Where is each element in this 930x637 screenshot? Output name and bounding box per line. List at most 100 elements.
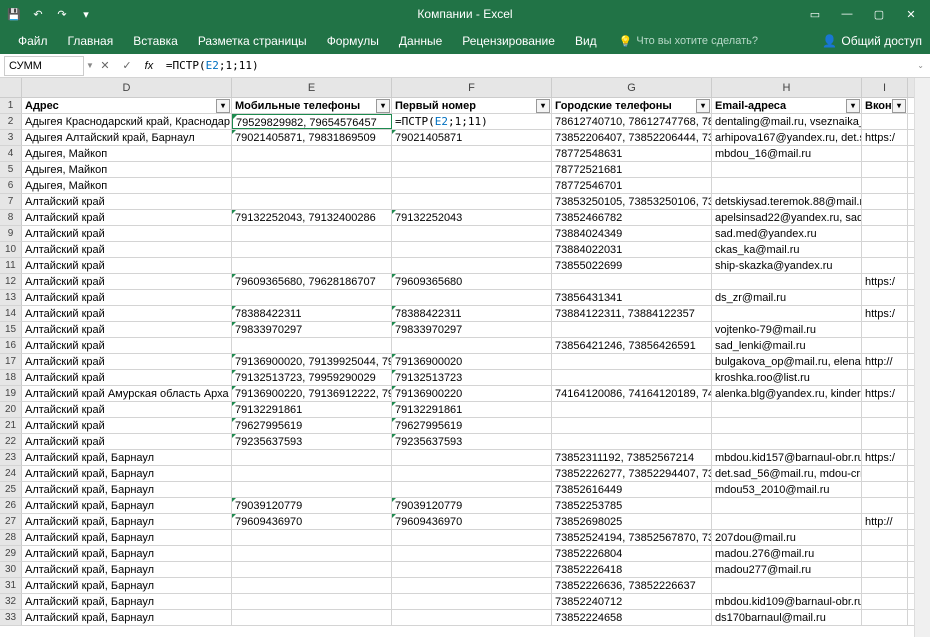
cell-D5[interactable]: Адыгея, Майкоп — [22, 162, 232, 177]
cell-H7[interactable]: detskiysad.teremok.88@mail.ru, dou-d — [712, 194, 862, 209]
maximize-button[interactable]: ▢ — [864, 4, 894, 24]
row-header-29[interactable]: 29 — [0, 546, 22, 561]
cell-I17[interactable]: http:// — [862, 354, 908, 369]
cell-F11[interactable] — [392, 258, 552, 273]
cell-I31[interactable] — [862, 578, 908, 593]
cell-I29[interactable] — [862, 546, 908, 561]
cell-F3[interactable]: 79021405871 — [392, 130, 552, 145]
cell-F10[interactable] — [392, 242, 552, 257]
cell-H12[interactable] — [712, 274, 862, 289]
name-box-dropdown-icon[interactable]: ▼ — [86, 61, 94, 70]
row-header-16[interactable]: 16 — [0, 338, 22, 353]
cell-G4[interactable]: 78772548631 — [552, 146, 712, 161]
cell-I18[interactable] — [862, 370, 908, 385]
cell-E4[interactable] — [232, 146, 392, 161]
cell-D17[interactable]: Алтайский край — [22, 354, 232, 369]
tab-view[interactable]: Вид — [565, 28, 607, 54]
cell-H17[interactable]: bulgakova_op@mail.ru, elena.c — [712, 354, 862, 369]
row-header-21[interactable]: 21 — [0, 418, 22, 433]
cell-G18[interactable] — [552, 370, 712, 385]
cell-H5[interactable] — [712, 162, 862, 177]
cell-D7[interactable]: Алтайский край — [22, 194, 232, 209]
cell-E27[interactable]: 79609436970 — [232, 514, 392, 529]
name-box[interactable]: СУММ — [4, 56, 84, 76]
cell-G23[interactable]: 73852311192, 73852567214 — [552, 450, 712, 465]
cell-F27[interactable]: 79609436970 — [392, 514, 552, 529]
cell-E15[interactable]: 79833970297 — [232, 322, 392, 337]
filter-button-F[interactable]: ▾ — [536, 99, 550, 113]
cell-F25[interactable] — [392, 482, 552, 497]
row-header-1[interactable]: 1 — [0, 98, 22, 113]
column-header-H[interactable]: H — [712, 78, 862, 97]
cell-G29[interactable]: 73852226804 — [552, 546, 712, 561]
cell-G11[interactable]: 73855022699 — [552, 258, 712, 273]
row-header-28[interactable]: 28 — [0, 530, 22, 545]
cell-E21[interactable]: 79627995619 — [232, 418, 392, 433]
cell-H3[interactable]: arhipova167@yandex.ru, det.sp — [712, 130, 862, 145]
vertical-scrollbar[interactable] — [914, 78, 930, 637]
cell-E30[interactable] — [232, 562, 392, 577]
cell-F17[interactable]: 79136900020 — [392, 354, 552, 369]
cell-G33[interactable]: 73852224658 — [552, 610, 712, 625]
cell-F33[interactable] — [392, 610, 552, 625]
cell-D11[interactable]: Алтайский край — [22, 258, 232, 273]
cell-E3[interactable]: 79021405871, 79831869509 — [232, 130, 392, 145]
cell-H19[interactable]: alenka.blg@yandex.ru, kinderg — [712, 386, 862, 401]
cell-I19[interactable]: https:/ — [862, 386, 908, 401]
cell-D12[interactable]: Алтайский край — [22, 274, 232, 289]
cell-I8[interactable] — [862, 210, 908, 225]
filter-button-E[interactable]: ▾ — [376, 99, 390, 113]
cell-D9[interactable]: Алтайский край — [22, 226, 232, 241]
cell-D22[interactable]: Алтайский край — [22, 434, 232, 449]
cell-I13[interactable] — [862, 290, 908, 305]
cell-F16[interactable] — [392, 338, 552, 353]
cell-D10[interactable]: Алтайский край — [22, 242, 232, 257]
cell-H18[interactable]: kroshka.roo@list.ru — [712, 370, 862, 385]
cell-D3[interactable]: Адыгея Алтайский край, Барнаул — [22, 130, 232, 145]
cell-F30[interactable] — [392, 562, 552, 577]
column-header-F[interactable]: F — [392, 78, 552, 97]
cell-E11[interactable] — [232, 258, 392, 273]
cell-H9[interactable]: sad.med@yandex.ru — [712, 226, 862, 241]
row-header-7[interactable]: 7 — [0, 194, 22, 209]
cell-E5[interactable] — [232, 162, 392, 177]
cell-E22[interactable]: 79235637593 — [232, 434, 392, 449]
cell-F26[interactable]: 79039120779 — [392, 498, 552, 513]
cell-F9[interactable] — [392, 226, 552, 241]
row-header-6[interactable]: 6 — [0, 178, 22, 193]
cell-F20[interactable]: 79132291861 — [392, 402, 552, 417]
cell-D14[interactable]: Алтайский край — [22, 306, 232, 321]
cell-F6[interactable] — [392, 178, 552, 193]
cell-G26[interactable]: 73852253785 — [552, 498, 712, 513]
cell-H27[interactable] — [712, 514, 862, 529]
cell-E18[interactable]: 79132513723, 79959290029 — [232, 370, 392, 385]
cell-F2[interactable]: =ПСТР(E2;1;11) — [392, 114, 552, 129]
formula-input[interactable]: =ПСТР(E2;1;11) — [160, 59, 917, 72]
cell-D32[interactable]: Алтайский край, Барнаул — [22, 594, 232, 609]
save-icon[interactable]: 💾 — [4, 4, 24, 24]
cell-G30[interactable]: 73852226418 — [552, 562, 712, 577]
tell-me-box[interactable]: 💡 Что вы хотите сделать? — [619, 35, 758, 48]
cell-I16[interactable] — [862, 338, 908, 353]
column-header-D[interactable]: D — [22, 78, 232, 97]
row-header-9[interactable]: 9 — [0, 226, 22, 241]
cell-D33[interactable]: Алтайский край, Барнаул — [22, 610, 232, 625]
tab-formulas[interactable]: Формулы — [317, 28, 389, 54]
cell-E2[interactable]: 79529829982, 79654576457 — [232, 114, 392, 129]
cell-I33[interactable] — [862, 610, 908, 625]
header-cell-D[interactable]: Адрес▾ — [22, 98, 232, 113]
cell-H21[interactable] — [712, 418, 862, 433]
cell-F28[interactable] — [392, 530, 552, 545]
cell-I15[interactable] — [862, 322, 908, 337]
row-header-18[interactable]: 18 — [0, 370, 22, 385]
cell-F8[interactable]: 79132252043 — [392, 210, 552, 225]
cell-I32[interactable] — [862, 594, 908, 609]
cell-I14[interactable]: https:/ — [862, 306, 908, 321]
cell-G12[interactable] — [552, 274, 712, 289]
cell-E23[interactable] — [232, 450, 392, 465]
row-header-4[interactable]: 4 — [0, 146, 22, 161]
cell-H16[interactable]: sad_lenki@mail.ru — [712, 338, 862, 353]
cell-D29[interactable]: Алтайский край, Барнаул — [22, 546, 232, 561]
row-header-30[interactable]: 30 — [0, 562, 22, 577]
cell-I7[interactable] — [862, 194, 908, 209]
